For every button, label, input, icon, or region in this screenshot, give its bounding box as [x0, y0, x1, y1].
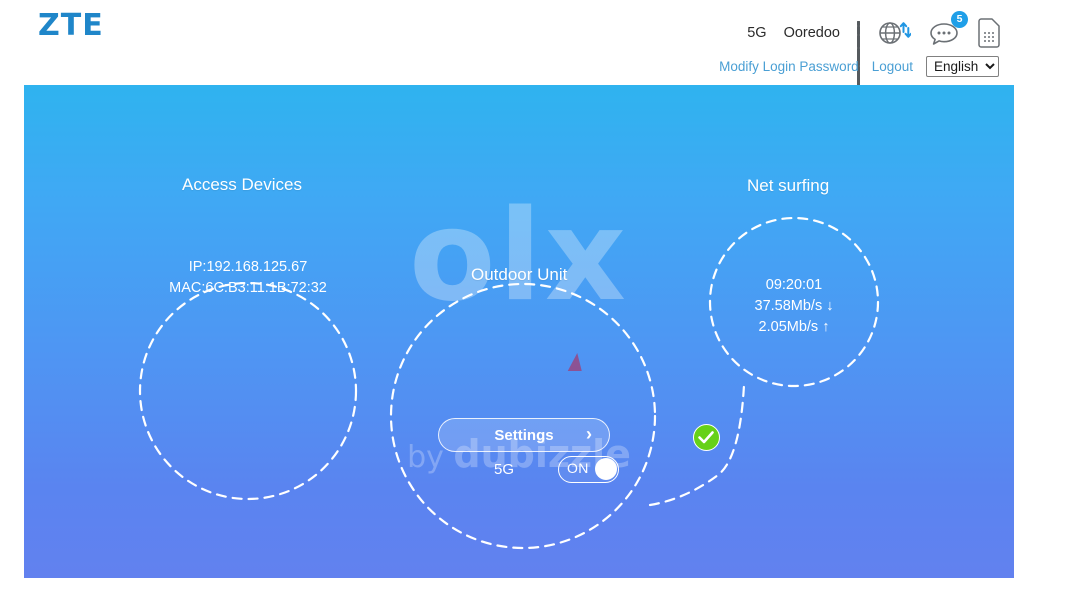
- net-surfing-info: 09:20:01 37.58Mb/s ↓ 2.05Mb/s ↑: [714, 275, 874, 338]
- zte-logo: ZTE: [38, 8, 104, 43]
- net-surfing-title: Net surfing: [747, 176, 830, 195]
- settings-button[interactable]: Settings ›: [438, 418, 610, 452]
- access-devices-title: Access Devices: [182, 175, 302, 194]
- net-surfing-download: 37.58Mb/s ↓: [754, 298, 834, 314]
- status-icon-row: 5G Ooredoo 5: [747, 11, 1001, 89]
- outdoor-unit-circle: [389, 282, 657, 550]
- access-devices-circle: [138, 281, 358, 501]
- sms-bubble-icon[interactable]: 5: [928, 11, 968, 46]
- signal-bars-icon: [857, 21, 860, 89]
- dashboard-panel: olx by dubizzle Access Devices IP:192.16…: [24, 85, 1014, 578]
- access-devices-ip: IP:192.168.125.67: [188, 259, 308, 275]
- chevron-right-icon: ›: [586, 424, 592, 444]
- band-label: 5G: [494, 461, 515, 478]
- modify-login-password-link[interactable]: Modify Login Password: [719, 59, 859, 74]
- toggle-state-label: ON: [567, 460, 589, 476]
- access-devices-info: IP:192.168.125.67 MAC:6C:B3:11:1B:72:32: [148, 257, 348, 299]
- sim-card-icon: [977, 18, 1001, 48]
- header-links-row: Modify Login Password Logout English: [719, 55, 999, 77]
- logout-link[interactable]: Logout: [872, 59, 913, 74]
- net-surfing-upload: 2.05Mb/s ↑: [758, 319, 830, 335]
- settings-button-label: Settings: [494, 427, 554, 444]
- toggle-knob: [595, 458, 618, 480]
- band-power-toggle[interactable]: ON: [558, 456, 620, 483]
- green-check-icon: [693, 424, 720, 451]
- page-header: ZTE 5G Ooredoo 5 Modify Login Password L…: [0, 0, 1079, 89]
- globe-updown-icon: [877, 20, 912, 46]
- carrier-name-label: Ooredoo: [783, 25, 840, 41]
- language-select[interactable]: English: [926, 55, 999, 77]
- outdoor-unit-title: Outdoor Unit: [471, 265, 568, 284]
- sms-unread-badge: 5: [951, 11, 968, 28]
- band-toggle-row: 5G ON: [494, 456, 620, 483]
- network-type-label: 5G: [747, 25, 767, 41]
- net-surfing-uptime: 09:20:01: [765, 277, 823, 293]
- access-devices-mac: MAC:6C:B3:11:1B:72:32: [169, 280, 327, 296]
